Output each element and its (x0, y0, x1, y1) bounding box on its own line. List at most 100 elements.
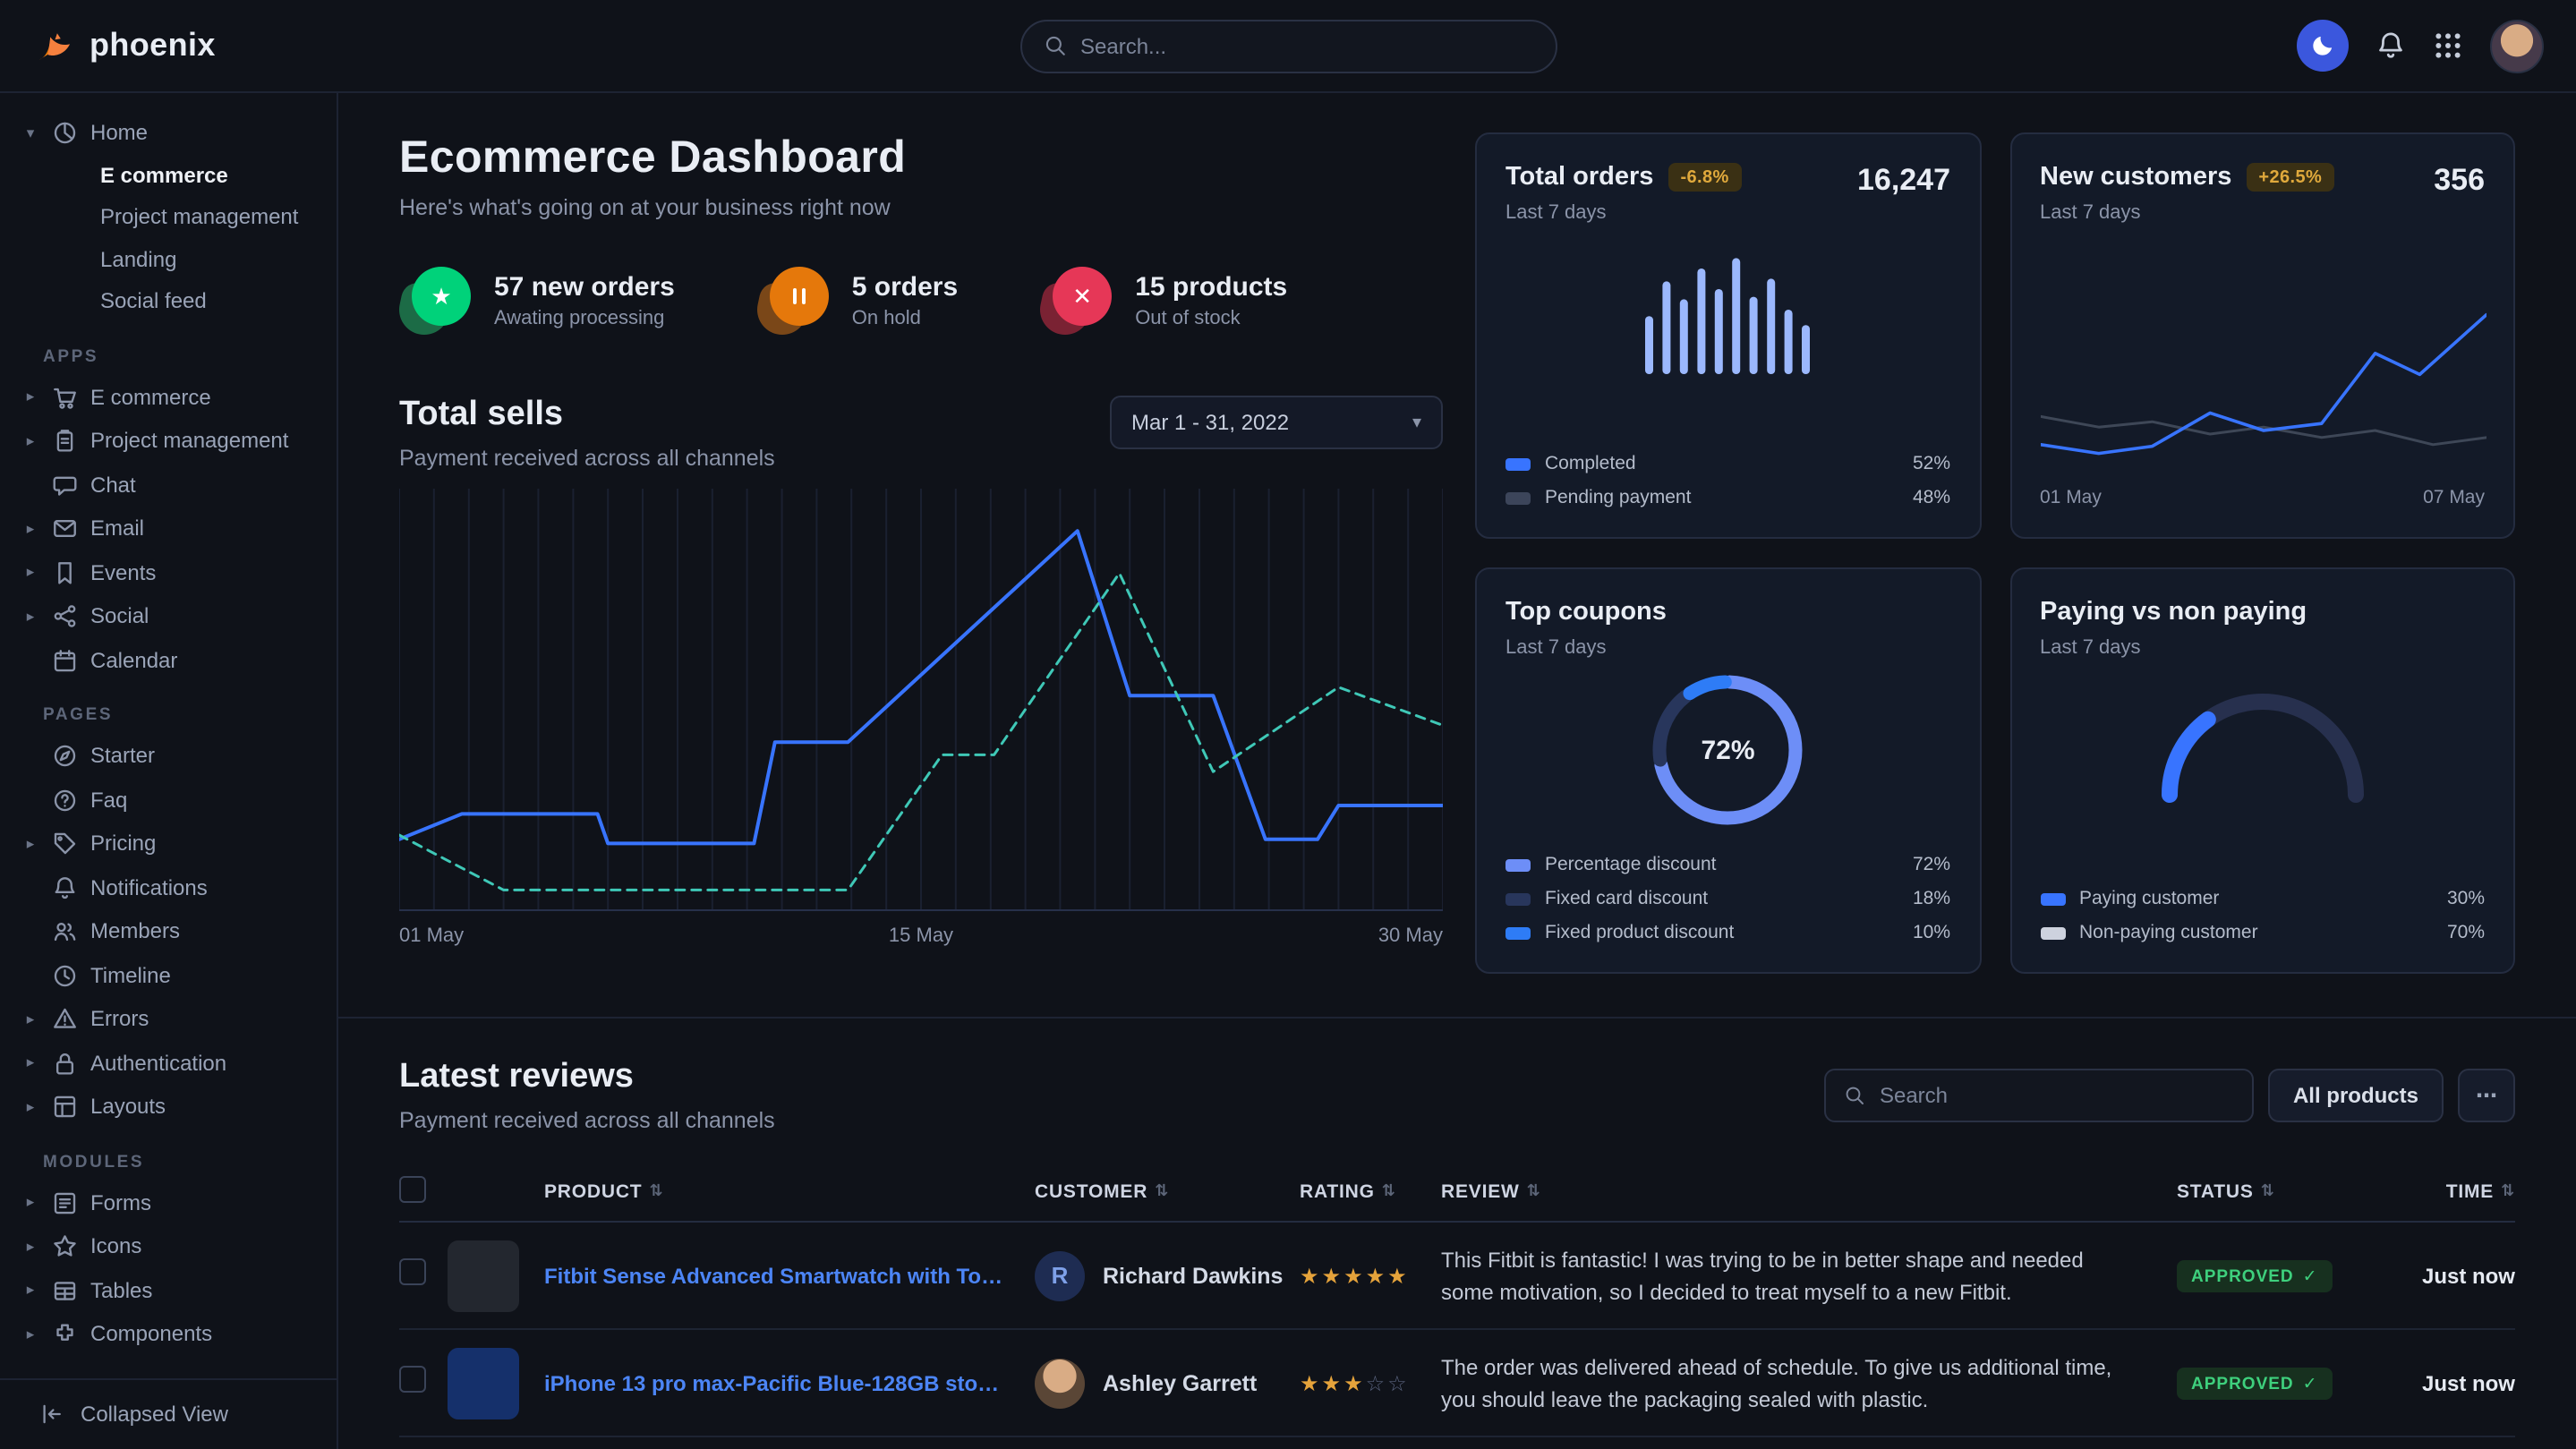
sidebar-item-social[interactable]: ▸Social (0, 594, 337, 638)
star-filled-icon: ★ (1387, 1263, 1410, 1288)
card-title: Total orders (1506, 163, 1653, 192)
sidebar-subitem-e-commerce[interactable]: E commerce (0, 155, 337, 197)
product-link[interactable]: iPhone 13 pro max-Pacific Blue-128GB sto… (544, 1370, 1006, 1395)
reviews-search[interactable] (1824, 1069, 2254, 1122)
sidebar-item-tables[interactable]: ▸Tables (0, 1268, 337, 1312)
sidebar-subitem-landing[interactable]: Landing (0, 239, 337, 281)
date-range-select[interactable]: Mar 1 - 31, 2022 ▾ (1110, 396, 1443, 449)
column-label: STATUS (2177, 1181, 2254, 1202)
kpi-cards: Total orders -6.8% Last 7 days 16,247 Co… (1475, 132, 2515, 974)
sidebar-item-components[interactable]: ▸ Components (0, 1312, 337, 1356)
sidebar-item-events[interactable]: ▸Events (0, 550, 337, 594)
stat-circle (770, 267, 829, 326)
stat-value: 15 products (1135, 272, 1287, 303)
paying-vs-non-paying-card: Paying vs non paying Last 7 days Paying … (2009, 567, 2515, 974)
review-text: The order was delivered ahead of schedul… (1441, 1351, 2177, 1415)
stats-row: ★57 new ordersAwating processing5 orders… (399, 267, 1443, 335)
sidebar-item-layouts[interactable]: ▸Layouts (0, 1085, 337, 1129)
star-filled-icon: ★ (1343, 1370, 1366, 1395)
sidebar-item-email[interactable]: ▸Email (0, 507, 337, 550)
pause-bar (792, 288, 797, 304)
select-all-checkbox[interactable] (399, 1175, 426, 1202)
product-link[interactable]: Fitbit Sense Advanced Smartwatch with To… (544, 1263, 1006, 1288)
sidebar-subitem-project-management[interactable]: Project management (0, 197, 337, 239)
column-header-review[interactable]: REVIEW⇅ (1441, 1181, 2177, 1202)
sidebar-item-chat[interactable]: Chat (0, 463, 337, 507)
sidebar-item-home[interactable]: ▾Home (0, 111, 337, 155)
sidebar-section-heading: APPS (0, 323, 337, 375)
axis-tick: 15 May (889, 925, 953, 947)
global-search[interactable] (1019, 19, 1557, 72)
legend-swatch (1506, 858, 1531, 871)
reviews-table-body: Fitbit Sense Advanced Smartwatch with To… (399, 1223, 2515, 1449)
paying-gauge-chart (2040, 680, 2485, 809)
sidebar-item-notifications[interactable]: Notifications (0, 865, 337, 909)
row-checkbox[interactable] (399, 1257, 426, 1284)
sidebar-nav: ▾HomeE commerceProject managementLanding… (0, 111, 337, 1356)
app: phoenix ▾HomeE commerceProject managemen… (0, 0, 2576, 1449)
column-header-time[interactable]: TIME⇅ (2388, 1181, 2515, 1202)
sidebar: ▾HomeE commerceProject managementLanding… (0, 93, 338, 1449)
sidebar-item-errors[interactable]: ▸Errors (0, 997, 337, 1041)
dashboard-section: Ecommerce Dashboard Here's what's going … (399, 132, 2515, 974)
sidebar-item-members[interactable]: Members (0, 909, 337, 953)
row-checkbox[interactable] (399, 1365, 426, 1392)
trend-badge: -6.8% (1668, 163, 1741, 192)
sidebar-section-heading: PAGES (0, 682, 337, 734)
sidebar-subitem-social-feed[interactable]: Social feed (0, 281, 337, 323)
column-header-rating[interactable]: RATING⇅ (1300, 1181, 1441, 1202)
star-filled-icon: ★ (1343, 1263, 1366, 1288)
more-actions-button[interactable]: ⋯ (2458, 1069, 2515, 1122)
collapse-sidebar-button[interactable]: Collapsed View (0, 1377, 337, 1449)
legend-value: 18% (1913, 888, 1950, 909)
star-filled-icon: ★ (1322, 1370, 1344, 1395)
alert-icon (52, 1006, 78, 1032)
sidebar-item-authentication[interactable]: ▸Authentication (0, 1041, 337, 1085)
review-time: Just now (2388, 1370, 2515, 1395)
brand-name: phoenix (90, 27, 216, 64)
global-search-input[interactable] (1080, 33, 1533, 58)
user-avatar[interactable] (2490, 19, 2544, 72)
rating-stars: ★★★☆☆ (1300, 1370, 1441, 1395)
sidebar-item-label: Components (90, 1322, 212, 1347)
search-icon (1043, 34, 1066, 57)
table-row (399, 1437, 2515, 1449)
card-title: Paying vs non paying (2040, 598, 2307, 626)
column-header-customer[interactable]: CUSTOMER⇅ (1035, 1181, 1300, 1202)
sidebar-item-icons[interactable]: ▸Icons (0, 1224, 337, 1268)
column-label: PRODUCT (544, 1181, 642, 1202)
legend-swatch (1506, 926, 1531, 939)
sidebar-item-faq[interactable]: Faq (0, 778, 337, 822)
stat-circle: ✕ (1053, 267, 1112, 326)
legend-label: Pending payment (1545, 487, 1691, 508)
sort-icon: ⇅ (1382, 1181, 1396, 1201)
users-icon (52, 918, 78, 944)
tag-icon (52, 831, 78, 857)
calendar-icon (52, 647, 78, 673)
column-header-product[interactable]: PRODUCT⇅ (448, 1181, 1035, 1202)
legend-swatch (1506, 491, 1531, 504)
sidebar-item-label: Faq (90, 788, 127, 813)
notifications-button[interactable] (2376, 30, 2406, 61)
star-icon (52, 1233, 78, 1259)
sidebar-item-calendar[interactable]: Calendar (0, 638, 337, 682)
chevron-right-icon: ▸ (21, 1325, 39, 1344)
sidebar-item-starter[interactable]: Starter (0, 734, 337, 778)
sidebar-item-project-management[interactable]: ▸Project management (0, 419, 337, 463)
theme-toggle-button[interactable] (2297, 20, 2349, 72)
column-header-status[interactable]: STATUS⇅ (2177, 1181, 2388, 1202)
brand-logo[interactable]: phoenix (32, 24, 216, 67)
sidebar-item-timeline[interactable]: Timeline (0, 953, 337, 997)
sidebar-item-pricing[interactable]: ▸Pricing (0, 822, 337, 865)
product-thumbnail (448, 1240, 519, 1311)
apps-menu-button[interactable] (2433, 30, 2463, 61)
sidebar-item-label: Tables (90, 1278, 152, 1303)
table-row: iPhone 13 pro max-Pacific Blue-128GB sto… (399, 1330, 2515, 1437)
column-label: TIME (2446, 1181, 2494, 1202)
share-icon (52, 603, 78, 629)
sidebar-item-e-commerce[interactable]: ▸E commerce (0, 375, 337, 419)
reviews-search-input[interactable] (1880, 1083, 2234, 1108)
sidebar-item-forms[interactable]: ▸Forms (0, 1181, 337, 1224)
all-products-button[interactable]: All products (2268, 1069, 2444, 1122)
new-customers-x-axis: 01 May07 May (2040, 487, 2485, 508)
